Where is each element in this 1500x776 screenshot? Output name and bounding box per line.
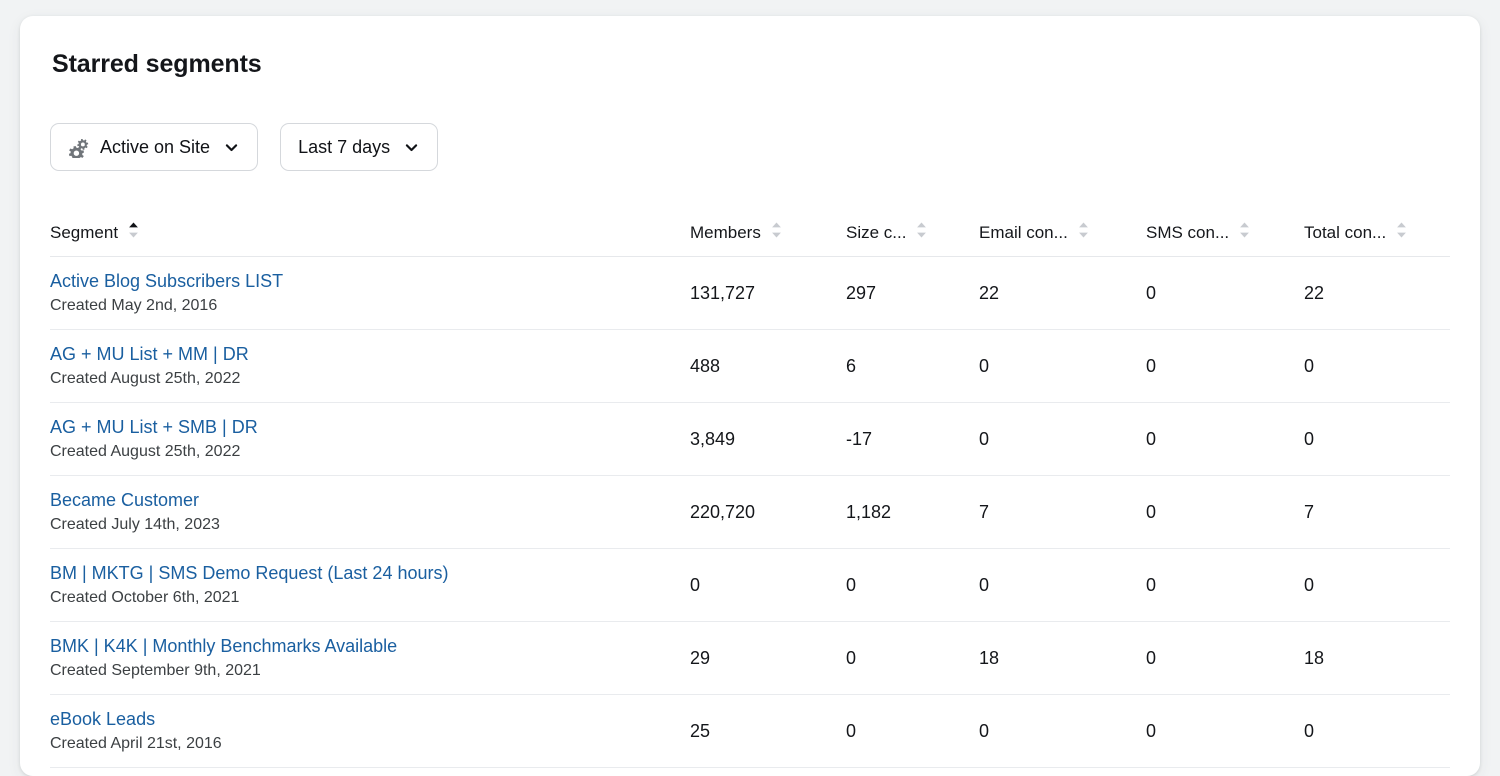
table-row: eBook LeadsCreated April 21st, 201625000… [50,695,1450,768]
chevron-down-icon [223,139,240,156]
total-conversions-value: 7 [1304,502,1450,523]
sort-icon [1077,221,1090,244]
size-change-value: 297 [846,283,979,304]
members-value: 25 [690,721,846,742]
column-header-members-label: Members [690,223,761,243]
sort-icon [1238,221,1251,244]
sort-icon [1395,221,1408,244]
members-value: 220,720 [690,502,846,523]
size-change-value: 6 [846,356,979,377]
size-change-value: 0 [846,648,979,669]
sort-icon [770,221,783,244]
segment-name-link[interactable]: BM | MKTG | SMS Demo Request (Last 24 ho… [50,562,448,585]
segment-cell: Became Customer Created July 14th, 2023 [50,489,690,535]
segment-created-date: Created April 21st, 2016 [50,734,690,754]
segment-created-date: Created July 14th, 2023 [50,515,690,535]
table-row: Active Blog Subscribers LIST Created May … [50,257,1450,330]
segment-cell: BM | MKTG | SMS Demo Request (Last 24 ho… [50,562,690,608]
segment-name-link[interactable]: Active Blog Subscribers LIST [50,270,283,293]
members-value: 3,849 [690,429,846,450]
segment-name-link[interactable]: AG + MU List + SMB | DR [50,416,258,439]
column-header-total-conversions-label: Total con... [1304,223,1386,243]
table-row: BMK | K4K | Monthly Benchmarks Available… [50,622,1450,695]
segment-name-link[interactable]: eBook Leads [50,708,155,731]
segment-name-link[interactable]: AG + MU List + MM | DR [50,343,249,366]
segment-name-link[interactable]: Became Customer [50,489,199,512]
email-conversions-value: 0 [979,356,1146,377]
size-change-value: 0 [846,721,979,742]
segment-created-date: Created August 25th, 2022 [50,369,690,389]
column-header-email-conversions[interactable]: Email con... [979,208,1146,244]
sms-conversions-value: 0 [1146,502,1304,523]
segment-type-filter[interactable]: Active on Site [50,123,258,171]
total-conversions-value: 22 [1304,283,1450,304]
total-conversions-value: 0 [1304,575,1450,596]
table-row: AG + MU List + MM | DR Created August 25t… [50,330,1450,403]
filter-bar: Active on Site Last 7 days [50,123,438,171]
column-header-email-conversions-label: Email con... [979,223,1068,243]
email-conversions-value: 18 [979,648,1146,669]
members-value: 29 [690,648,846,669]
size-change-value: -17 [846,429,979,450]
table-row: BM | MKTG | SMS Demo Request (Last 24 ho… [50,549,1450,622]
gears-icon [68,137,89,158]
email-conversions-value: 0 [979,429,1146,450]
segment-cell: AG + MU List + SMB | DR Created August 25… [50,416,690,462]
column-header-size-change[interactable]: Size c... [846,208,979,244]
column-header-size-change-label: Size c... [846,223,906,243]
column-header-sms-conversions[interactable]: SMS con... [1146,208,1304,244]
members-value: 0 [690,575,846,596]
sms-conversions-value: 0 [1146,429,1304,450]
segment-created-date: Created May 2nd, 2016 [50,296,690,316]
members-value: 488 [690,356,846,377]
segment-name-link[interactable]: BMK | K4K | Monthly Benchmarks Available [50,635,397,658]
segment-created-date: Created August 25th, 2022 [50,442,690,462]
size-change-value: 1,182 [846,502,979,523]
email-conversions-value: 0 [979,575,1146,596]
sms-conversions-value: 0 [1146,721,1304,742]
column-header-segment-label: Segment [50,223,118,243]
email-conversions-value: 22 [979,283,1146,304]
segment-cell: Active Blog Subscribers LIST Created May … [50,270,690,316]
column-header-sms-conversions-label: SMS con... [1146,223,1229,243]
segment-type-filter-label: Active on Site [100,137,210,158]
total-conversions-value: 0 [1304,429,1450,450]
size-change-value: 0 [846,575,979,596]
page-title: Starred segments [52,50,262,79]
column-header-total-conversions[interactable]: Total con... [1304,208,1450,244]
sms-conversions-value: 0 [1146,356,1304,377]
column-header-members[interactable]: Members [690,208,846,244]
date-range-filter[interactable]: Last 7 days [280,123,438,171]
sort-ascending-icon [127,221,140,244]
date-range-filter-label: Last 7 days [298,137,390,158]
sort-icon [915,221,928,244]
email-conversions-value: 7 [979,502,1146,523]
total-conversions-value: 18 [1304,648,1450,669]
segment-created-date: Created October 6th, 2021 [50,588,690,608]
sms-conversions-value: 0 [1146,648,1304,669]
segment-cell: AG + MU List + MM | DR Created August 25t… [50,343,690,389]
segments-table: Segment Members Size c [50,208,1450,768]
segment-cell: eBook Leads Created April 21st, 2016 [50,708,690,754]
column-header-segment[interactable]: Segment [50,208,690,244]
table-body: Active Blog Subscribers LIST Created May … [50,257,1450,768]
sms-conversions-value: 0 [1146,283,1304,304]
table-header-row: Segment Members Size c [50,208,1450,257]
table-row: Became Customer Created July 14th, 202322… [50,476,1450,549]
chevron-down-icon [403,139,420,156]
segment-created-date: Created September 9th, 2021 [50,661,690,681]
table-row: AG + MU List + SMB | DR Created August 25… [50,403,1450,476]
sms-conversions-value: 0 [1146,575,1304,596]
total-conversions-value: 0 [1304,356,1450,377]
starred-segments-card: Starred segments Active on Site Last 7 d… [20,16,1480,776]
segment-cell: BMK | K4K | Monthly Benchmarks Available… [50,635,690,681]
email-conversions-value: 0 [979,721,1146,742]
members-value: 131,727 [690,283,846,304]
total-conversions-value: 0 [1304,721,1450,742]
